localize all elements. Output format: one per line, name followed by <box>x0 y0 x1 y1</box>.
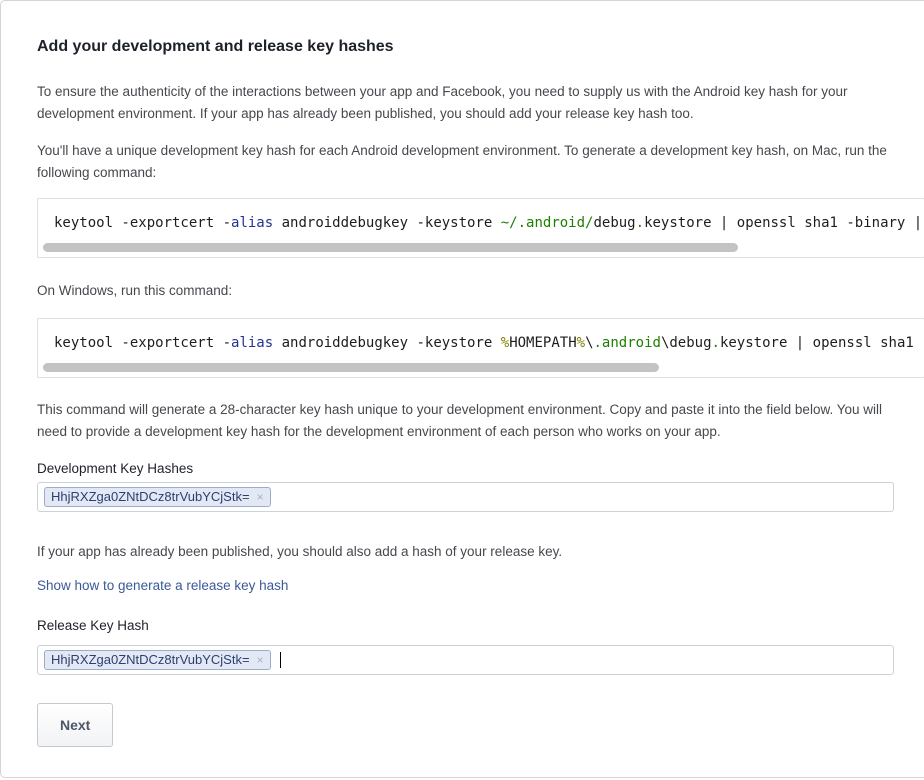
mac-scrollbar-thumb[interactable] <box>43 243 738 252</box>
development-key-hashes-label: Development Key Hashes <box>37 460 924 477</box>
windows-instructions-paragraph: On Windows, run this command: <box>37 280 893 302</box>
hash-explanation-paragraph: This command will generate a 28-characte… <box>37 399 893 443</box>
key-hash-setup-card: Add your development and release key has… <box>0 0 924 778</box>
windows-scrollbar-track[interactable] <box>41 362 921 374</box>
release-key-hash-chip: HhjRXZga0ZNtDCz8trVubYCjStk= × <box>44 650 271 670</box>
release-key-hash-label: Release Key Hash <box>37 617 924 634</box>
development-key-hashes-input[interactable]: HhjRXZga0ZNtDCz8trVubYCjStk= × <box>37 482 894 512</box>
windows-command-block[interactable]: keytool -exportcert -alias androiddebugk… <box>37 318 924 378</box>
release-key-hash-input[interactable]: HhjRXZga0ZNtDCz8trVubYCjStk= × <box>37 645 894 675</box>
remove-chip-icon[interactable]: × <box>257 652 264 668</box>
development-key-hash-chip: HhjRXZga0ZNtDCz8trVubYCjStk= × <box>44 487 271 507</box>
next-button[interactable]: Next <box>37 703 113 747</box>
release-note-paragraph: If your app has already been published, … <box>37 541 893 563</box>
mac-command-code: keytool -exportcert -alias androiddebugk… <box>38 199 924 242</box>
mac-instructions-paragraph: You'll have a unique development key has… <box>37 140 893 184</box>
chip-text: HhjRXZga0ZNtDCz8trVubYCjStk= <box>51 652 250 668</box>
chip-text: HhjRXZga0ZNtDCz8trVubYCjStk= <box>51 489 250 505</box>
remove-chip-icon[interactable]: × <box>257 489 264 505</box>
windows-scrollbar-thumb[interactable] <box>43 363 659 372</box>
windows-command-code: keytool -exportcert -alias androiddebugk… <box>38 319 924 362</box>
show-release-hash-link[interactable]: Show how to generate a release key hash <box>37 577 288 594</box>
text-cursor <box>280 652 281 668</box>
page-title: Add your development and release key has… <box>37 37 924 57</box>
intro-paragraph: To ensure the authenticity of the intera… <box>37 81 893 125</box>
mac-scrollbar-track[interactable] <box>41 242 921 254</box>
mac-command-block[interactable]: keytool -exportcert -alias androiddebugk… <box>37 198 924 258</box>
